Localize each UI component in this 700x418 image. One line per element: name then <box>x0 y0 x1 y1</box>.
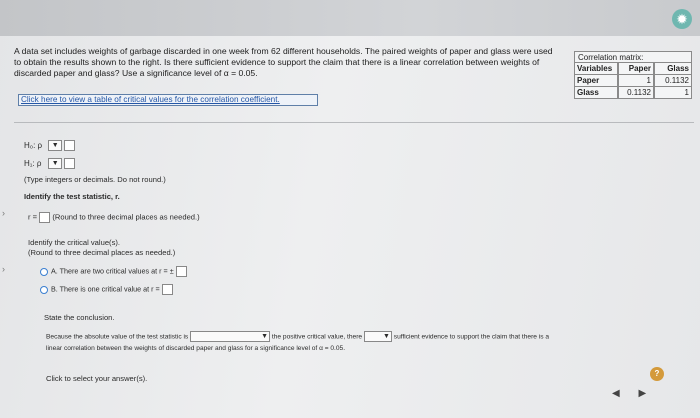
matrix-cell: 1 <box>618 75 654 87</box>
matrix-cell: 0.1132 <box>654 75 692 87</box>
h0-row: H₀: ρ ▼ <box>24 140 76 151</box>
chevron-right-icon[interactable]: › <box>2 208 5 218</box>
option-a[interactable]: A. There are two critical values at r = … <box>40 266 187 277</box>
top-bar: ✹ <box>0 0 700 36</box>
conclusion-part1: Because the absolute value of the test s… <box>46 333 189 341</box>
statistic-prompt: Identify the test statistic, r. <box>24 192 120 201</box>
option-b-input[interactable] <box>161 284 173 295</box>
critical-values-link[interactable]: Click here to view a table of critical v… <box>18 94 318 106</box>
matrix-row: Glass 0.1132 1 <box>574 87 692 99</box>
option-b-radio[interactable] <box>40 285 48 294</box>
conclusion-prompt: State the conclusion. <box>44 313 115 322</box>
evidence-select[interactable]: ▼ <box>363 331 392 342</box>
matrix-header-row: Variables Paper Glass <box>574 63 692 75</box>
statistic-label: r = <box>28 212 38 222</box>
hypotheses-note: (Type integers or decimals. Do not round… <box>24 175 166 184</box>
h1-row: H₁: ρ ▼ <box>24 158 76 169</box>
help-icon[interactable]: ? <box>650 367 664 381</box>
select-answer-prompt: Click to select your answer(s). <box>46 374 148 383</box>
h1-label: H₁: ρ <box>24 158 42 168</box>
matrix-header: Variables <box>574 63 618 75</box>
matrix-header: Glass <box>654 63 692 75</box>
divider <box>14 122 694 123</box>
h1-operator-select[interactable]: ▼ <box>48 158 63 169</box>
option-b[interactable]: B. There is one critical value at r = <box>40 284 173 295</box>
matrix-title: Correlation matrix: <box>574 51 692 63</box>
conclusion-part4: linear correlation between the weights o… <box>46 345 346 352</box>
h0-value-input[interactable] <box>64 140 76 151</box>
critical-prompt: Identify the critical value(s). <box>28 238 121 247</box>
h0-operator-select[interactable]: ▼ <box>48 140 63 151</box>
chevron-right-icon[interactable]: › <box>2 264 5 274</box>
option-a-radio[interactable] <box>40 267 48 276</box>
matrix-header: Paper <box>618 63 654 75</box>
conclusion-part3: sufficient evidence to support the claim… <box>393 333 550 341</box>
page: ✹ › › A data set includes weights of gar… <box>0 0 700 418</box>
gear-icon[interactable]: ✹ <box>672 9 692 29</box>
critical-note: (Round to three decimal places as needed… <box>28 248 176 257</box>
conclusion-part2: the positive critical value, there <box>271 333 363 341</box>
option-b-label: B. There is one critical value at r = <box>51 284 160 294</box>
statistic-input[interactable] <box>39 212 51 223</box>
h0-label: H₀: ρ <box>24 140 43 150</box>
conclusion-line: Because the absolute value of the test s… <box>46 331 549 342</box>
matrix-cell: 0.1132 <box>618 87 654 99</box>
option-a-label: A. There are two critical values at r = … <box>51 266 174 276</box>
correlation-matrix: Correlation matrix: Variables Paper Glas… <box>574 51 692 99</box>
question-text: A data set includes weights of garbage d… <box>14 46 553 78</box>
statistic-row: r = (Round to three decimal places as ne… <box>28 212 200 223</box>
nav-arrows[interactable]: ◀ ▶ <box>612 388 654 399</box>
h1-value-input[interactable] <box>64 158 76 169</box>
matrix-cell: Paper <box>574 75 618 87</box>
statistic-note: (Round to three decimal places as needed… <box>52 212 200 222</box>
option-a-input[interactable] <box>175 266 187 277</box>
matrix-cell: 1 <box>654 87 692 99</box>
matrix-cell: Glass <box>574 87 618 99</box>
question-content: A data set includes weights of garbage d… <box>14 44 694 414</box>
comparison-select[interactable]: ▼ <box>190 331 271 342</box>
matrix-row: Paper 1 0.1132 <box>574 75 692 87</box>
